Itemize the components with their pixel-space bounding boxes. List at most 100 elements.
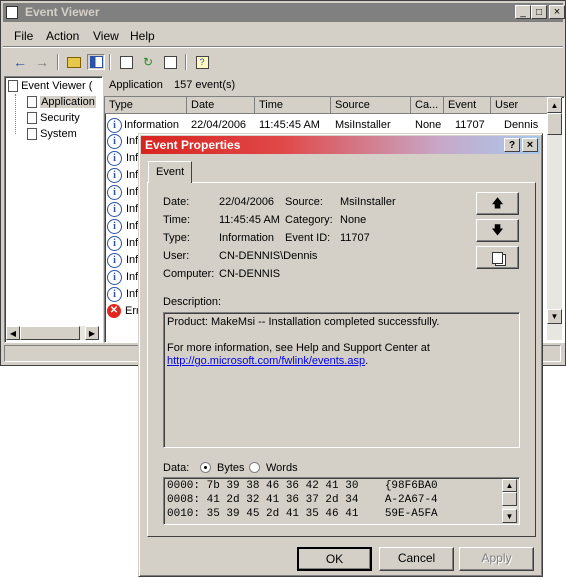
cancel-button[interactable]: Cancel (379, 547, 454, 571)
cell-date: 22/04/2006 (191, 119, 247, 131)
help-icon[interactable]: ? (193, 54, 211, 70)
event-viewer-icon (8, 80, 18, 93)
back-arrow-icon[interactable]: ← (11, 54, 29, 70)
data-vscrollbar[interactable]: ▲ ▼ (502, 479, 517, 523)
event-count: 157 event(s) (174, 79, 236, 91)
scroll-down-icon[interactable]: ▼ (502, 509, 517, 523)
radio-words-label: Words (266, 462, 298, 474)
next-event-button[interactable]: 🡇 (476, 219, 519, 242)
scroll-down-icon[interactable]: ▼ (547, 309, 562, 324)
description-line2: For more information, see Help and Suppo… (167, 342, 430, 354)
tree-lines (15, 94, 26, 134)
tree-item-system[interactable]: System (27, 128, 77, 141)
help-link[interactable]: http://go.microsoft.com/fwlink/events.as… (167, 355, 365, 367)
data-label: Data: (163, 462, 190, 474)
source-value: MsiInstaller (340, 196, 396, 208)
apply-button[interactable]: Apply (459, 547, 534, 571)
properties-icon[interactable] (117, 54, 135, 70)
category-label: Category: (285, 214, 333, 226)
information-icon: i (107, 270, 122, 285)
computer-label: Computer: (163, 268, 215, 280)
tab-event[interactable]: Event (148, 161, 192, 183)
tree-item-application[interactable]: Application (27, 96, 96, 109)
menu-action[interactable]: Action (46, 29, 79, 43)
help-button[interactable]: ? (504, 138, 520, 152)
copy-button[interactable] (476, 246, 519, 269)
computer-value: CN-DENNIS (219, 268, 281, 280)
dialog-title-bar[interactable]: Event Properties ? × (141, 136, 540, 154)
tree-item-label: Application (40, 96, 96, 108)
column-type[interactable]: Type (105, 97, 187, 114)
information-icon: i (107, 202, 122, 217)
scroll-up-icon[interactable]: ▲ (502, 479, 517, 492)
log-icon (27, 112, 37, 125)
tree-hscrollbar[interactable]: ◀ ▶ (6, 326, 99, 340)
cell-source: MsiInstaller (335, 119, 391, 131)
source-label: Source: (285, 196, 323, 208)
tree-item-security[interactable]: Security (27, 112, 80, 125)
title-bar[interactable]: Event Viewer _ □ × (3, 3, 565, 22)
toolbar-separator (57, 54, 59, 70)
menu-divider (3, 46, 563, 48)
description-line1: Product: MakeMsi -- Installation complet… (167, 316, 440, 328)
event-id-value: 11707 (340, 232, 370, 244)
scroll-thumb[interactable] (502, 492, 517, 506)
minimize-button[interactable]: _ (515, 5, 531, 19)
menu-file[interactable]: File (14, 29, 33, 43)
maximize-button[interactable]: □ (531, 5, 547, 19)
scroll-thumb[interactable] (547, 113, 562, 135)
list-vscrollbar[interactable]: ▲ ▼ (547, 97, 562, 340)
description-textbox[interactable]: Product: MakeMsi -- Installation complet… (163, 312, 520, 448)
list-item[interactable]: i Inf (105, 202, 138, 219)
radio-bytes[interactable] (200, 462, 211, 473)
tree-root[interactable]: Event Viewer ( (8, 80, 93, 93)
tree-root-label: Event Viewer ( (21, 80, 93, 92)
column-time[interactable]: Time (255, 97, 331, 114)
user-value: CN-DENNIS\Dennis (219, 250, 318, 262)
refresh-icon[interactable]: ↻ (139, 54, 157, 70)
list-item[interactable]: i Inf (105, 219, 138, 236)
scroll-thumb[interactable] (20, 326, 80, 340)
list-item[interactable]: i Inf (105, 236, 138, 253)
close-button[interactable]: × (549, 5, 565, 19)
list-item[interactable]: i Inf (105, 151, 138, 168)
close-button[interactable]: × (522, 138, 538, 152)
data-textbox[interactable]: 0000: 7b 39 38 46 36 42 41 30 {98F6BA0 0… (163, 477, 520, 525)
time-label: Time: (163, 214, 191, 226)
description-link-line: http://go.microsoft.com/fwlink/events.as… (167, 355, 368, 367)
list-item[interactable]: i Inf (105, 134, 138, 151)
category-value: None (340, 214, 367, 226)
column-date[interactable]: Date (187, 97, 255, 114)
tree-item-label: System (40, 128, 77, 140)
date-value: 22/04/2006 (219, 196, 275, 208)
forward-arrow-icon[interactable]: → (33, 54, 51, 70)
column-user[interactable]: User (491, 97, 549, 114)
ok-button[interactable]: OK (297, 547, 372, 571)
show-hide-tree-icon[interactable] (87, 54, 105, 70)
previous-event-button[interactable]: 🡅 (476, 192, 519, 215)
list-item[interactable]: i Inf (105, 253, 138, 270)
column-category[interactable]: Ca... (411, 97, 444, 114)
scroll-right-icon[interactable]: ▶ (85, 326, 99, 340)
event-id-label: Event ID: (285, 232, 331, 244)
list-item[interactable]: i Inf (105, 168, 138, 185)
column-event[interactable]: Event (444, 97, 491, 114)
list-item[interactable]: i Inf (105, 185, 138, 202)
list-title-bar: Application 157 event(s) (105, 78, 561, 94)
data-row: 0008: 41 2d 32 41 36 37 2d 34 A-2A67-4 (167, 494, 438, 506)
list-item[interactable]: ✕ Err (105, 304, 140, 321)
copy-icon (492, 252, 503, 264)
menu-help[interactable]: Help (130, 29, 155, 43)
up-folder-icon[interactable] (65, 54, 83, 70)
scroll-up-icon[interactable]: ▲ (547, 97, 562, 113)
time-value: 11:45:45 AM (219, 214, 280, 226)
list-item[interactable]: i Inf (105, 287, 138, 304)
export-list-icon[interactable] (161, 54, 179, 70)
radio-words[interactable] (249, 462, 260, 473)
column-source[interactable]: Source (331, 97, 411, 114)
table-row[interactable]: i Information 22/04/2006 11:45:45 AM Msi… (105, 117, 549, 134)
scroll-left-icon[interactable]: ◀ (6, 326, 20, 340)
list-item[interactable]: i Inf (105, 270, 138, 287)
menu-view[interactable]: View (93, 29, 119, 43)
log-icon (27, 96, 37, 109)
